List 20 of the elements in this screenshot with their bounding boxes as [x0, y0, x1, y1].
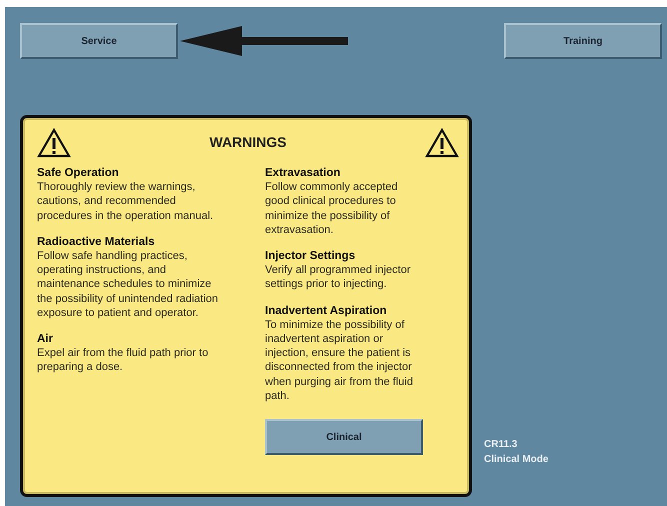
warning-text: Follow commonly accepted good clinical procedures to minimize the possibility of extravasation. — [265, 180, 399, 238]
warnings-title: WARNINGS — [210, 134, 286, 150]
service-button[interactable]: Service — [20, 23, 178, 59]
training-button[interactable]: Training — [504, 23, 662, 59]
warning-text: Verify all programmed injector settings prior to injecting. — [265, 263, 412, 292]
clinical-button[interactable]: Clinical — [265, 419, 423, 456]
warning-heading: Radioactive Materials — [37, 234, 156, 250]
warning-text: To minimize the possibility of inadvertent aspiration or injection, ensure the patient is disconnected from the injector when purging air from the fluid path. — [265, 318, 414, 404]
warning-heading: Injector Settings — [265, 249, 356, 264]
warning-icon — [425, 128, 459, 158]
warning-heading: Extravasation — [265, 166, 342, 180]
warning-text: Follow safe handling practices, operating instructions, and maintenance schedules to minimize the possibility of unintended radiation exposure to patient and operator. — [37, 249, 220, 320]
mode-label: Clinical Mode — [484, 453, 548, 467]
warning-icon — [37, 128, 71, 158]
warning-heading: Safe Operation — [37, 166, 120, 180]
warning-heading: Inadvertent Aspiration — [265, 304, 388, 318]
warning-text: Expel air from the fluid path prior to preparing a dose. — [37, 346, 210, 375]
warning-text: Thoroughly review the warnings, cautions, and recommended procedures in the operation manual. — [37, 180, 214, 223]
version-label: CR11.3 — [484, 438, 518, 452]
warning-heading: Air — [37, 332, 54, 346]
